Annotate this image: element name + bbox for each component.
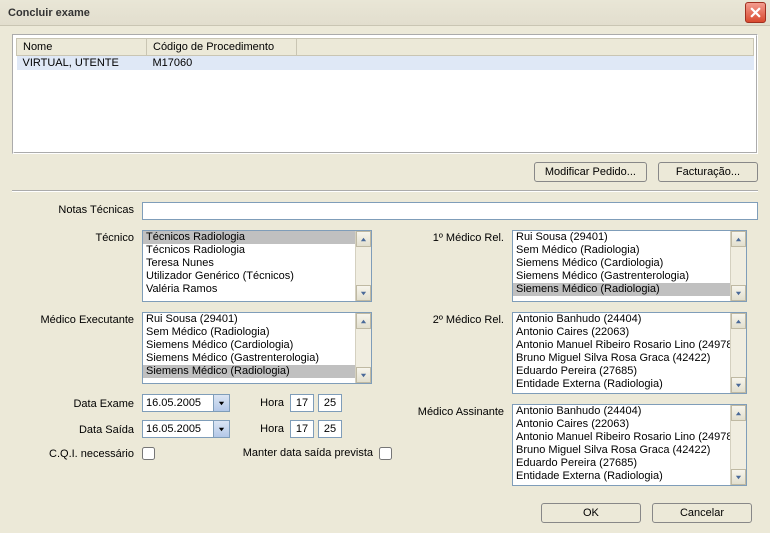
facturacao-button[interactable]: Facturação...: [658, 162, 758, 182]
procedure-grid[interactable]: Nome Código de Procedimento VIRTUAL, UTE…: [12, 34, 758, 154]
scroll-up-button[interactable]: [731, 313, 746, 329]
data-exame-label: Data Exame: [12, 396, 142, 410]
list-item[interactable]: Rui Sousa (29401): [513, 231, 730, 244]
chevron-down-icon: [735, 474, 742, 481]
list-item[interactable]: Sem Médico (Radiologia): [513, 244, 730, 257]
chevron-down-icon: [218, 426, 225, 433]
cqi-label: C.Q.I. necessário: [12, 446, 142, 460]
window-title: Concluir exame: [8, 7, 90, 19]
list-item[interactable]: Siemens Médico (Cardiologia): [513, 257, 730, 270]
list-item[interactable]: Antonio Caires (22063): [513, 326, 730, 339]
chevron-up-icon: [735, 318, 742, 325]
hora-saida-m-input[interactable]: [318, 420, 342, 438]
tecnico-label: Técnico: [12, 230, 142, 244]
data-saida-dropdown[interactable]: [213, 421, 229, 437]
chevron-down-icon: [360, 290, 367, 297]
close-icon: [750, 7, 761, 18]
scroll-up-button[interactable]: [356, 313, 371, 329]
chevron-down-icon: [218, 400, 225, 407]
cancelar-button[interactable]: Cancelar: [652, 503, 752, 523]
list-item[interactable]: Bruno Miguel Silva Rosa Graca (42422): [513, 444, 730, 457]
table-row[interactable]: VIRTUAL, UTENTE M17060: [17, 56, 754, 71]
scroll-up-button[interactable]: [731, 231, 746, 247]
col-spacer: [297, 39, 754, 56]
manter-checkbox[interactable]: [379, 447, 392, 460]
chevron-up-icon: [735, 410, 742, 417]
col-codigo[interactable]: Código de Procedimento: [147, 39, 297, 56]
data-exame-dropdown[interactable]: [213, 395, 229, 411]
list-item[interactable]: Entidade Externa (Radiologia): [513, 470, 730, 483]
scroll-down-button[interactable]: [731, 469, 746, 485]
list-item[interactable]: Teresa Nunes: [143, 257, 355, 270]
scrollbar[interactable]: [730, 313, 746, 393]
list-item[interactable]: Siemens Médico (Gastrenterologia): [143, 352, 355, 365]
cell-nome: VIRTUAL, UTENTE: [17, 56, 147, 71]
chevron-down-icon: [735, 290, 742, 297]
med-ass-label: Médico Assinante: [392, 404, 512, 418]
med-exec-listbox[interactable]: Rui Sousa (29401)Sem Médico (Radiologia)…: [142, 312, 372, 384]
scroll-up-button[interactable]: [356, 231, 371, 247]
scroll-up-button[interactable]: [731, 405, 746, 421]
scroll-down-button[interactable]: [356, 367, 371, 383]
data-exame-combo[interactable]: [142, 394, 230, 412]
med-exec-label: Médico Executante: [12, 312, 142, 326]
list-item[interactable]: Siemens Médico (Cardiologia): [143, 339, 355, 352]
manter-label: Manter data saída prevista: [155, 447, 379, 459]
chevron-up-icon: [735, 236, 742, 243]
ok-button[interactable]: OK: [541, 503, 641, 523]
list-item[interactable]: Técnicos Radiologia: [143, 231, 355, 244]
cell-codigo: M17060: [147, 56, 297, 71]
scroll-down-button[interactable]: [731, 285, 746, 301]
chevron-up-icon: [360, 318, 367, 325]
list-item[interactable]: Antonio Manuel Ribeiro Rosario Lino (249…: [513, 339, 730, 352]
scrollbar[interactable]: [355, 231, 371, 301]
data-saida-label: Data Saída: [12, 422, 142, 436]
chevron-up-icon: [360, 236, 367, 243]
list-item[interactable]: Eduardo Pereira (27685): [513, 457, 730, 470]
notas-label: Notas Técnicas: [12, 202, 142, 216]
med2-listbox[interactable]: Antonio Banhudo (24404)Antonio Caires (2…: [512, 312, 747, 394]
chevron-down-icon: [735, 382, 742, 389]
list-item[interactable]: Rui Sousa (29401): [143, 313, 355, 326]
tecnico-listbox[interactable]: Técnicos RadiologiaTécnicos RadiologiaTe…: [142, 230, 372, 302]
hora-exame-label: Hora: [230, 397, 290, 409]
list-item[interactable]: Valéria Ramos: [143, 283, 355, 296]
list-item[interactable]: Antonio Manuel Ribeiro Rosario Lino (249…: [513, 431, 730, 444]
scrollbar[interactable]: [730, 231, 746, 301]
list-item[interactable]: Antonio Banhudo (24404): [513, 313, 730, 326]
hora-saida-label: Hora: [230, 423, 290, 435]
med1-listbox[interactable]: Rui Sousa (29401)Sem Médico (Radiologia)…: [512, 230, 747, 302]
med1-label: 1º Médico Rel.: [392, 230, 512, 244]
hora-exame-h-input[interactable]: [290, 394, 314, 412]
list-item[interactable]: Bruno Miguel Silva Rosa Graca (42422): [513, 352, 730, 365]
med2-label: 2º Médico Rel.: [392, 312, 512, 326]
scrollbar[interactable]: [355, 313, 371, 383]
list-item[interactable]: Sem Médico (Radiologia): [143, 326, 355, 339]
data-saida-combo[interactable]: [142, 420, 230, 438]
scrollbar[interactable]: [730, 405, 746, 485]
close-button[interactable]: [745, 2, 766, 23]
scroll-down-button[interactable]: [356, 285, 371, 301]
modificar-pedido-button[interactable]: Modificar Pedido...: [534, 162, 647, 182]
list-item[interactable]: Técnicos Radiologia: [143, 244, 355, 257]
list-item[interactable]: Antonio Banhudo (24404): [513, 405, 730, 418]
list-item[interactable]: Siemens Médico (Radiologia): [513, 283, 730, 296]
list-item[interactable]: Siemens Médico (Gastrenterologia): [513, 270, 730, 283]
data-exame-input[interactable]: [143, 395, 213, 411]
cqi-checkbox[interactable]: [142, 447, 155, 460]
scroll-down-button[interactable]: [731, 377, 746, 393]
col-nome[interactable]: Nome: [17, 39, 147, 56]
med-ass-listbox[interactable]: Antonio Banhudo (24404)Antonio Caires (2…: [512, 404, 747, 486]
list-item[interactable]: Antonio Caires (22063): [513, 418, 730, 431]
list-item[interactable]: Siemens Médico (Radiologia): [143, 365, 355, 378]
notas-input[interactable]: [142, 202, 758, 220]
list-item[interactable]: Utilizador Genérico (Técnicos): [143, 270, 355, 283]
list-item[interactable]: Eduardo Pereira (27685): [513, 365, 730, 378]
chevron-down-icon: [360, 372, 367, 379]
hora-exame-m-input[interactable]: [318, 394, 342, 412]
hora-saida-h-input[interactable]: [290, 420, 314, 438]
data-saida-input[interactable]: [143, 421, 213, 437]
list-item[interactable]: Entidade Externa (Radiologia): [513, 378, 730, 391]
